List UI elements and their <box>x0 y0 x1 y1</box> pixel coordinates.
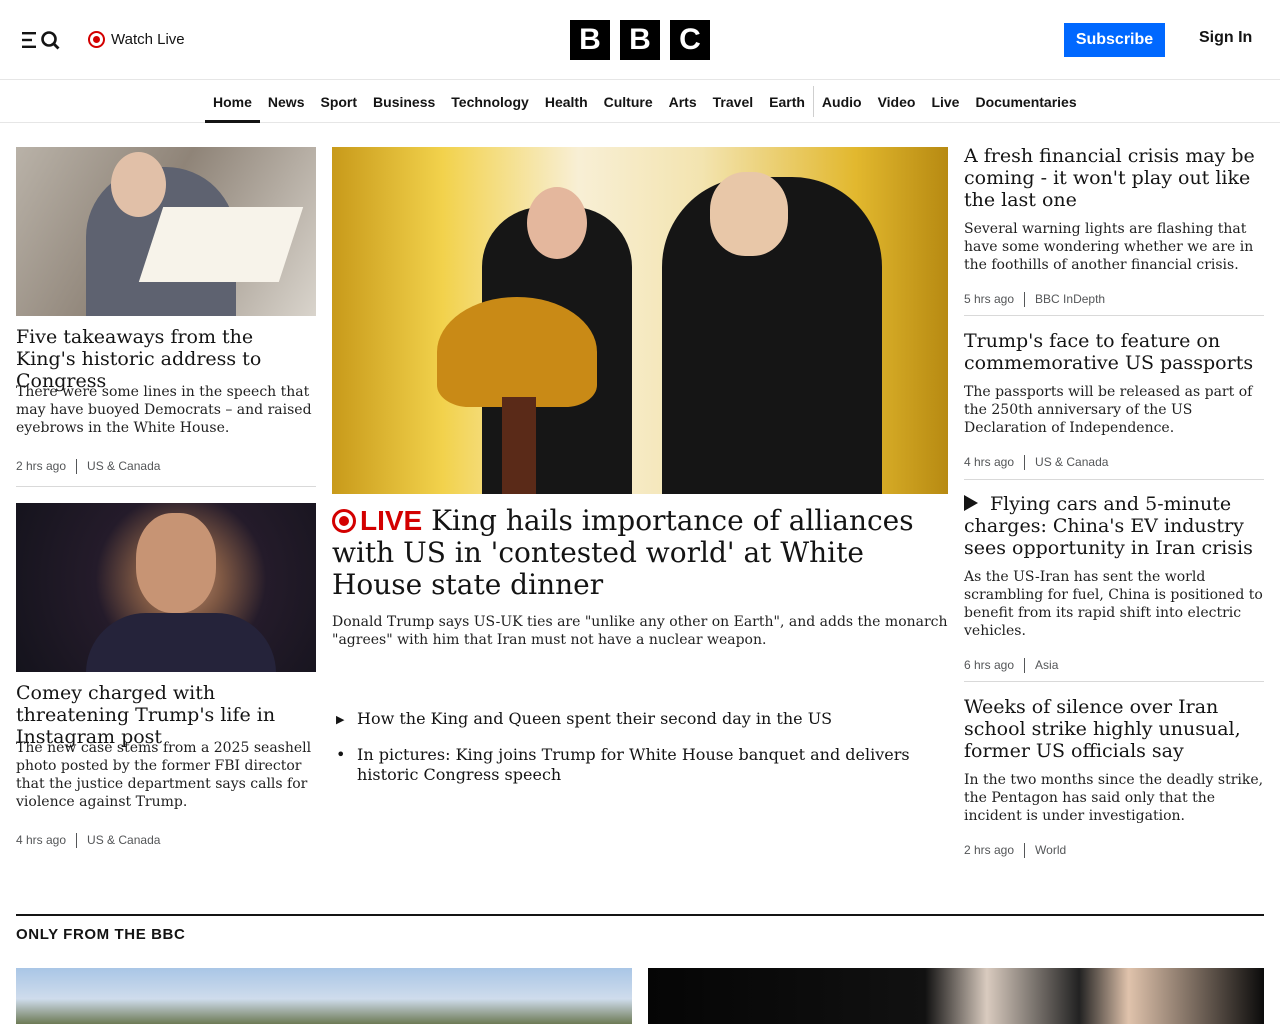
story-section[interactable]: US & Canada <box>87 833 160 847</box>
story-time: 4 hrs ago <box>16 833 67 847</box>
image-head-right <box>710 172 788 256</box>
meta-divider <box>1024 842 1026 858</box>
story-time: 6 hrs ago <box>964 658 1015 672</box>
nav-item-arts[interactable]: Arts <box>661 81 705 122</box>
story-time: 4 hrs ago <box>964 455 1015 469</box>
watch-live-link[interactable]: Watch Live <box>88 29 185 49</box>
story-section[interactable]: World <box>1035 843 1066 857</box>
nav-item-news[interactable]: News <box>260 81 313 122</box>
story-section[interactable]: US & Canada <box>1035 455 1108 469</box>
live-dot-icon <box>88 30 105 48</box>
story-section[interactable]: Asia <box>1035 658 1058 672</box>
story-meta: 2 hrs ago World <box>964 842 1066 858</box>
image-body <box>86 613 276 672</box>
live-icon <box>332 509 356 533</box>
story-summary: There were some lines in the speech that… <box>16 384 312 436</box>
story-summary: The new case stems from a 2025 seashell … <box>16 740 312 810</box>
story-image-king-congress[interactable] <box>16 147 316 316</box>
story-meta: 5 hrs ago BBC InDepth <box>964 291 1105 307</box>
promo-image-people[interactable] <box>648 968 1264 1024</box>
story-section[interactable]: US & Canada <box>87 459 160 473</box>
section-title-only-from-bbc: ONLY FROM THE BBC <box>16 926 186 943</box>
nav-item-audio[interactable]: Audio <box>812 86 870 117</box>
nav-item-culture[interactable]: Culture <box>596 81 661 122</box>
main-nav: Home News Sport Business Technology Heal… <box>0 81 1280 123</box>
story-headline[interactable]: A fresh financial crisis may be coming -… <box>964 145 1264 211</box>
story-meta: 6 hrs ago Asia <box>964 657 1058 673</box>
story-time: 2 hrs ago <box>16 459 67 473</box>
story-summary: The passports will be released as part o… <box>964 384 1253 436</box>
story-time: 5 hrs ago <box>964 292 1015 306</box>
story-summary: In the two months since the deadly strik… <box>964 772 1264 824</box>
meta-divider <box>1024 657 1026 673</box>
image-paper <box>138 207 304 282</box>
story-section[interactable]: BBC InDepth <box>1035 292 1105 306</box>
video-play-icon <box>964 495 978 511</box>
nav-item-video[interactable]: Video <box>870 81 924 122</box>
nav-item-travel[interactable]: Travel <box>705 81 761 122</box>
lead-story-summary: Donald Trump says US-UK ties are "unlike… <box>332 614 948 648</box>
promo-image-landscape[interactable] <box>16 968 632 1024</box>
related-link-text: How the King and Queen spent their secon… <box>357 709 833 728</box>
meta-divider <box>1024 454 1026 470</box>
divider <box>964 681 1264 682</box>
lead-story-image[interactable] <box>332 147 948 494</box>
nav-item-technology[interactable]: Technology <box>443 81 537 122</box>
image-golden-eagle <box>437 297 597 407</box>
story-summary: As the US-Iran has sent the world scramb… <box>964 569 1263 639</box>
related-link-text: In pictures: King joins Trump for White … <box>357 745 910 784</box>
logo-block-b1: B <box>570 20 610 60</box>
nav-item-business[interactable]: Business <box>365 81 443 122</box>
story-meta: 2 hrs ago US & Canada <box>16 458 160 474</box>
live-label: LIVE <box>360 505 423 536</box>
sign-in-link[interactable]: Sign In <box>1199 29 1252 47</box>
story-headline[interactable]: Weeks of silence over Iran school strike… <box>964 696 1264 762</box>
image-podium <box>502 397 536 494</box>
story-time: 2 hrs ago <box>964 843 1015 857</box>
bbc-logo[interactable]: B B C <box>570 20 710 60</box>
image-face <box>136 513 216 613</box>
nav-item-earth[interactable]: Earth <box>761 81 813 122</box>
story-image-comey[interactable] <box>16 503 316 672</box>
nav-item-documentaries[interactable]: Documentaries <box>967 81 1084 122</box>
story-headline[interactable]: Trump's face to feature on commemorative… <box>964 330 1264 374</box>
image-figure-head <box>111 152 166 217</box>
divider <box>964 315 1264 316</box>
nav-item-home[interactable]: Home <box>205 81 260 123</box>
play-icon: ▶ <box>336 713 345 726</box>
story-meta: 4 hrs ago US & Canada <box>964 454 1108 470</box>
top-header: Watch Live B B C Subscribe Sign In <box>0 0 1280 80</box>
divider <box>964 479 1264 480</box>
subscribe-button[interactable]: Subscribe <box>1064 23 1165 57</box>
story-meta: 4 hrs ago US & Canada <box>16 832 160 848</box>
lead-story-headline[interactable]: LIVE King hails importance of alliances … <box>332 505 948 601</box>
story-summary: Several warning lights are flashing that… <box>964 221 1254 273</box>
nav-item-health[interactable]: Health <box>537 81 596 122</box>
section-divider <box>16 914 1264 916</box>
nav-item-live[interactable]: Live <box>923 81 967 122</box>
image-head-left <box>527 187 587 259</box>
meta-divider <box>76 458 78 474</box>
watch-live-label: Watch Live <box>111 30 185 48</box>
meta-divider <box>1024 291 1026 307</box>
meta-divider <box>76 832 78 848</box>
menu-search-icon <box>22 31 60 50</box>
logo-block-b2: B <box>620 20 660 60</box>
menu-search-button[interactable] <box>20 28 64 52</box>
logo-block-c: C <box>670 20 710 60</box>
story-headline[interactable]: Flying cars and 5-minute charges: China'… <box>964 493 1264 559</box>
story-headline-text: Flying cars and 5-minute charges: China'… <box>964 493 1253 559</box>
nav-item-sport[interactable]: Sport <box>312 81 365 122</box>
divider <box>16 486 316 487</box>
related-link[interactable]: • In pictures: King joins Trump for Whit… <box>336 745 936 785</box>
bullet-icon: • <box>336 745 346 764</box>
related-link[interactable]: ▶ How the King and Queen spent their sec… <box>336 709 936 730</box>
